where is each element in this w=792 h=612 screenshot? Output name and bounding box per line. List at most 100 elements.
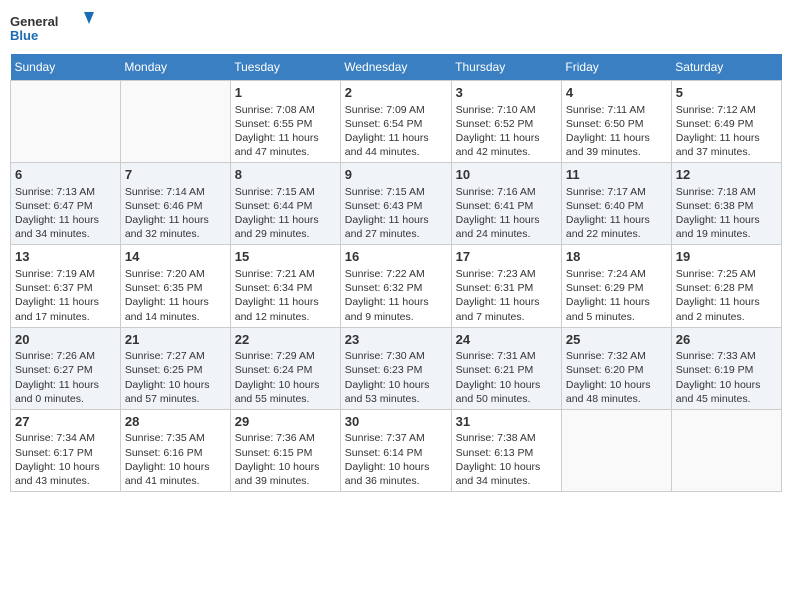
cell-info: Sunrise: 7:36 AMSunset: 6:15 PMDaylight:…	[235, 431, 336, 488]
cell-info: Sunrise: 7:19 AMSunset: 6:37 PMDaylight:…	[15, 267, 116, 324]
day-number: 14	[125, 248, 226, 266]
cell-info: Sunrise: 7:25 AMSunset: 6:28 PMDaylight:…	[676, 267, 777, 324]
calendar-header-row: SundayMondayTuesdayWednesdayThursdayFrid…	[11, 54, 782, 81]
day-number: 16	[345, 248, 447, 266]
week-row-2: 13Sunrise: 7:19 AMSunset: 6:37 PMDayligh…	[11, 245, 782, 327]
cell-info: Sunrise: 7:10 AMSunset: 6:52 PMDaylight:…	[456, 103, 557, 160]
day-number: 18	[566, 248, 667, 266]
header-thursday: Thursday	[451, 54, 561, 81]
cell-info: Sunrise: 7:27 AMSunset: 6:25 PMDaylight:…	[125, 349, 226, 406]
cell-info: Sunrise: 7:32 AMSunset: 6:20 PMDaylight:…	[566, 349, 667, 406]
calendar-cell: 20Sunrise: 7:26 AMSunset: 6:27 PMDayligh…	[11, 327, 121, 409]
day-number: 25	[566, 331, 667, 349]
calendar-cell: 4Sunrise: 7:11 AMSunset: 6:50 PMDaylight…	[561, 81, 671, 163]
cell-info: Sunrise: 7:26 AMSunset: 6:27 PMDaylight:…	[15, 349, 116, 406]
calendar-table: SundayMondayTuesdayWednesdayThursdayFrid…	[10, 54, 782, 492]
cell-info: Sunrise: 7:09 AMSunset: 6:54 PMDaylight:…	[345, 103, 447, 160]
cell-info: Sunrise: 7:23 AMSunset: 6:31 PMDaylight:…	[456, 267, 557, 324]
day-number: 13	[15, 248, 116, 266]
cell-info: Sunrise: 7:24 AMSunset: 6:29 PMDaylight:…	[566, 267, 667, 324]
cell-info: Sunrise: 7:15 AMSunset: 6:44 PMDaylight:…	[235, 185, 336, 242]
week-row-4: 27Sunrise: 7:34 AMSunset: 6:17 PMDayligh…	[11, 409, 782, 491]
calendar-cell: 2Sunrise: 7:09 AMSunset: 6:54 PMDaylight…	[340, 81, 451, 163]
calendar-cell: 28Sunrise: 7:35 AMSunset: 6:16 PMDayligh…	[120, 409, 230, 491]
calendar-cell: 8Sunrise: 7:15 AMSunset: 6:44 PMDaylight…	[230, 163, 340, 245]
day-number: 30	[345, 413, 447, 431]
day-number: 29	[235, 413, 336, 431]
day-number: 27	[15, 413, 116, 431]
day-number: 9	[345, 166, 447, 184]
day-number: 7	[125, 166, 226, 184]
day-number: 11	[566, 166, 667, 184]
day-number: 4	[566, 84, 667, 102]
day-number: 22	[235, 331, 336, 349]
day-number: 17	[456, 248, 557, 266]
day-number: 19	[676, 248, 777, 266]
calendar-cell: 21Sunrise: 7:27 AMSunset: 6:25 PMDayligh…	[120, 327, 230, 409]
cell-info: Sunrise: 7:37 AMSunset: 6:14 PMDaylight:…	[345, 431, 447, 488]
day-number: 20	[15, 331, 116, 349]
calendar-cell: 7Sunrise: 7:14 AMSunset: 6:46 PMDaylight…	[120, 163, 230, 245]
calendar-cell: 14Sunrise: 7:20 AMSunset: 6:35 PMDayligh…	[120, 245, 230, 327]
calendar-cell: 15Sunrise: 7:21 AMSunset: 6:34 PMDayligh…	[230, 245, 340, 327]
header-sunday: Sunday	[11, 54, 121, 81]
cell-info: Sunrise: 7:13 AMSunset: 6:47 PMDaylight:…	[15, 185, 116, 242]
calendar-cell	[120, 81, 230, 163]
header-wednesday: Wednesday	[340, 54, 451, 81]
day-number: 3	[456, 84, 557, 102]
cell-info: Sunrise: 7:17 AMSunset: 6:40 PMDaylight:…	[566, 185, 667, 242]
calendar-cell: 26Sunrise: 7:33 AMSunset: 6:19 PMDayligh…	[671, 327, 781, 409]
day-number: 28	[125, 413, 226, 431]
calendar-cell	[11, 81, 121, 163]
cell-info: Sunrise: 7:08 AMSunset: 6:55 PMDaylight:…	[235, 103, 336, 160]
day-number: 21	[125, 331, 226, 349]
week-row-3: 20Sunrise: 7:26 AMSunset: 6:27 PMDayligh…	[11, 327, 782, 409]
cell-info: Sunrise: 7:14 AMSunset: 6:46 PMDaylight:…	[125, 185, 226, 242]
day-number: 5	[676, 84, 777, 102]
calendar-cell	[671, 409, 781, 491]
cell-info: Sunrise: 7:22 AMSunset: 6:32 PMDaylight:…	[345, 267, 447, 324]
calendar-cell: 24Sunrise: 7:31 AMSunset: 6:21 PMDayligh…	[451, 327, 561, 409]
svg-text:General: General	[10, 14, 58, 29]
calendar-cell: 31Sunrise: 7:38 AMSunset: 6:13 PMDayligh…	[451, 409, 561, 491]
day-number: 6	[15, 166, 116, 184]
day-number: 24	[456, 331, 557, 349]
calendar-cell: 23Sunrise: 7:30 AMSunset: 6:23 PMDayligh…	[340, 327, 451, 409]
cell-info: Sunrise: 7:33 AMSunset: 6:19 PMDaylight:…	[676, 349, 777, 406]
cell-info: Sunrise: 7:20 AMSunset: 6:35 PMDaylight:…	[125, 267, 226, 324]
cell-info: Sunrise: 7:29 AMSunset: 6:24 PMDaylight:…	[235, 349, 336, 406]
calendar-cell: 1Sunrise: 7:08 AMSunset: 6:55 PMDaylight…	[230, 81, 340, 163]
cell-info: Sunrise: 7:35 AMSunset: 6:16 PMDaylight:…	[125, 431, 226, 488]
calendar-cell: 29Sunrise: 7:36 AMSunset: 6:15 PMDayligh…	[230, 409, 340, 491]
day-number: 26	[676, 331, 777, 349]
calendar-cell: 19Sunrise: 7:25 AMSunset: 6:28 PMDayligh…	[671, 245, 781, 327]
page-header: General Blue	[10, 10, 782, 46]
header-monday: Monday	[120, 54, 230, 81]
logo-icon: General Blue	[10, 10, 100, 46]
header-tuesday: Tuesday	[230, 54, 340, 81]
calendar-cell: 30Sunrise: 7:37 AMSunset: 6:14 PMDayligh…	[340, 409, 451, 491]
calendar-cell	[561, 409, 671, 491]
day-number: 31	[456, 413, 557, 431]
cell-info: Sunrise: 7:12 AMSunset: 6:49 PMDaylight:…	[676, 103, 777, 160]
calendar-cell: 6Sunrise: 7:13 AMSunset: 6:47 PMDaylight…	[11, 163, 121, 245]
day-number: 8	[235, 166, 336, 184]
day-number: 10	[456, 166, 557, 184]
calendar-cell: 22Sunrise: 7:29 AMSunset: 6:24 PMDayligh…	[230, 327, 340, 409]
cell-info: Sunrise: 7:16 AMSunset: 6:41 PMDaylight:…	[456, 185, 557, 242]
calendar-cell: 13Sunrise: 7:19 AMSunset: 6:37 PMDayligh…	[11, 245, 121, 327]
day-number: 2	[345, 84, 447, 102]
cell-info: Sunrise: 7:38 AMSunset: 6:13 PMDaylight:…	[456, 431, 557, 488]
cell-info: Sunrise: 7:30 AMSunset: 6:23 PMDaylight:…	[345, 349, 447, 406]
calendar-cell: 5Sunrise: 7:12 AMSunset: 6:49 PMDaylight…	[671, 81, 781, 163]
svg-text:Blue: Blue	[10, 28, 38, 43]
calendar-cell: 11Sunrise: 7:17 AMSunset: 6:40 PMDayligh…	[561, 163, 671, 245]
day-number: 15	[235, 248, 336, 266]
calendar-cell: 9Sunrise: 7:15 AMSunset: 6:43 PMDaylight…	[340, 163, 451, 245]
header-friday: Friday	[561, 54, 671, 81]
logo: General Blue	[10, 10, 100, 46]
week-row-1: 6Sunrise: 7:13 AMSunset: 6:47 PMDaylight…	[11, 163, 782, 245]
calendar-cell: 12Sunrise: 7:18 AMSunset: 6:38 PMDayligh…	[671, 163, 781, 245]
cell-info: Sunrise: 7:15 AMSunset: 6:43 PMDaylight:…	[345, 185, 447, 242]
calendar-cell: 18Sunrise: 7:24 AMSunset: 6:29 PMDayligh…	[561, 245, 671, 327]
